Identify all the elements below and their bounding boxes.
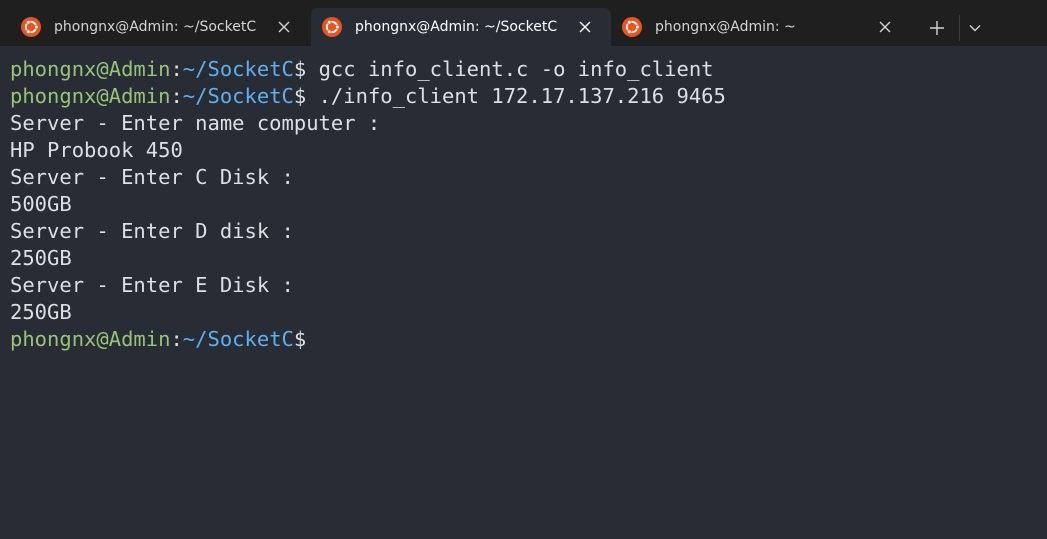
tab-bar: phongnx@Admin: ~/SocketC phongnx@Admin: … bbox=[0, 0, 1047, 46]
ubuntu-icon bbox=[322, 17, 342, 37]
output-line: 250GB bbox=[10, 246, 72, 270]
command-text: ./info_client 172.17.137.216 9465 bbox=[306, 84, 726, 108]
prompt-user: phongnx@Admin bbox=[10, 84, 171, 108]
tab-title: phongnx@Admin: ~/SocketC bbox=[54, 19, 257, 35]
divider bbox=[959, 15, 960, 41]
prompt-path: ~/SocketC bbox=[182, 84, 294, 108]
tab-title: phongnx@Admin: ~/SocketC bbox=[355, 19, 558, 35]
output-line: 250GB bbox=[10, 300, 72, 324]
prompt-colon: : bbox=[170, 57, 183, 81]
prompt-path: ~/SocketC bbox=[182, 57, 294, 81]
prompt-colon: : bbox=[170, 327, 183, 351]
prompt-line: phongnx@Admin:~/SocketC$ bbox=[10, 326, 1040, 353]
prompt-symbol: $ bbox=[293, 84, 307, 108]
prompt-colon: : bbox=[170, 84, 183, 108]
ubuntu-icon bbox=[622, 17, 642, 37]
tab-title: phongnx@Admin: ~ bbox=[655, 19, 796, 35]
close-icon[interactable] bbox=[276, 19, 292, 35]
tab-home[interactable]: phongnx@Admin: ~ bbox=[611, 8, 907, 46]
prompt-line: phongnx@Admin:~/SocketC$ ./info_client 1… bbox=[10, 83, 1040, 110]
output-line: Server - Enter D disk : bbox=[10, 219, 294, 243]
tab-socketc-1[interactable]: phongnx@Admin: ~/SocketC bbox=[10, 8, 306, 46]
close-icon[interactable] bbox=[877, 19, 893, 35]
prompt-symbol: $ bbox=[293, 327, 307, 351]
prompt-path: ~/SocketC bbox=[182, 327, 294, 351]
new-tab-button[interactable] bbox=[920, 11, 954, 45]
output-line: Server - Enter E Disk : bbox=[10, 273, 294, 297]
tab-socketc-2[interactable]: phongnx@Admin: ~/SocketC bbox=[311, 8, 611, 46]
output-line: 500GB bbox=[10, 192, 72, 216]
chevron-down-icon bbox=[969, 25, 981, 32]
prompt-symbol: $ bbox=[293, 57, 307, 81]
plus-icon bbox=[930, 21, 944, 35]
prompt-user: phongnx@Admin bbox=[10, 327, 171, 351]
output-line: Server - Enter name computer : bbox=[10, 111, 381, 135]
prompt-line: phongnx@Admin:~/SocketC$ gcc info_client… bbox=[10, 56, 1040, 83]
command-text: gcc info_client.c -o info_client bbox=[306, 57, 714, 81]
output-line: Server - Enter C Disk : bbox=[10, 165, 294, 189]
terminal-output[interactable]: phongnx@Admin:~/SocketC$ gcc info_client… bbox=[10, 56, 1040, 353]
close-icon[interactable] bbox=[577, 19, 593, 35]
tab-dropdown-button[interactable] bbox=[962, 11, 988, 45]
output-line: HP Probook 450 bbox=[10, 138, 183, 162]
ubuntu-icon bbox=[21, 17, 41, 37]
prompt-user: phongnx@Admin bbox=[10, 57, 171, 81]
